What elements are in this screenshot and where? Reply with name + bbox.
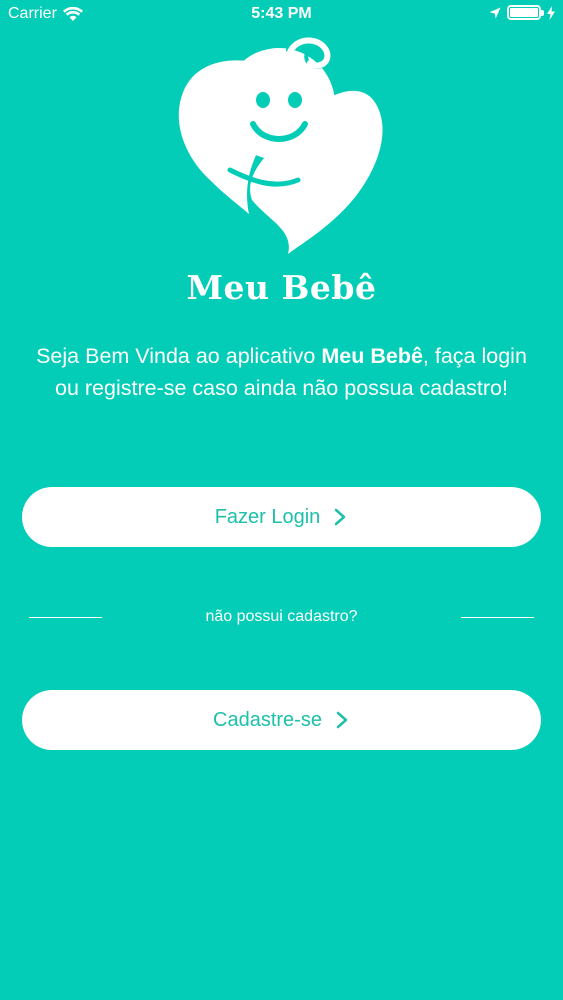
charging-bolt-icon: [547, 5, 555, 20]
divider: não possui cadastro?: [0, 607, 563, 631]
location-arrow-icon: [489, 7, 501, 18]
login-button[interactable]: Fazer Login: [22, 487, 541, 547]
status-time: 5:43 PM: [251, 5, 312, 22]
app-title: Meu Bebê: [186, 268, 377, 307]
battery-icon: [507, 5, 544, 20]
register-button-label: Cadastre-se: [213, 708, 322, 731]
baby-face-heart-logo: [178, 35, 383, 254]
register-button[interactable]: Cadastre-se: [22, 690, 541, 750]
welcome-message: Seja Bem Vinda ao aplicativo Meu Bebê, f…: [24, 340, 539, 404]
battery-cap: [541, 10, 544, 16]
login-button-label: Fazer Login: [214, 505, 321, 528]
status-right: [489, 5, 555, 20]
welcome-app-name: Meu Bebê: [321, 344, 423, 368]
welcome-prefix: Seja Bem Vinda ao aplicativo: [36, 344, 322, 368]
chevron-right-icon: [336, 711, 348, 729]
chevron-right-icon: [335, 508, 346, 526]
divider-line-right: [461, 617, 534, 618]
battery-fill: [510, 8, 538, 17]
status-bar: Carrier 5:43 PM: [0, 0, 563, 30]
